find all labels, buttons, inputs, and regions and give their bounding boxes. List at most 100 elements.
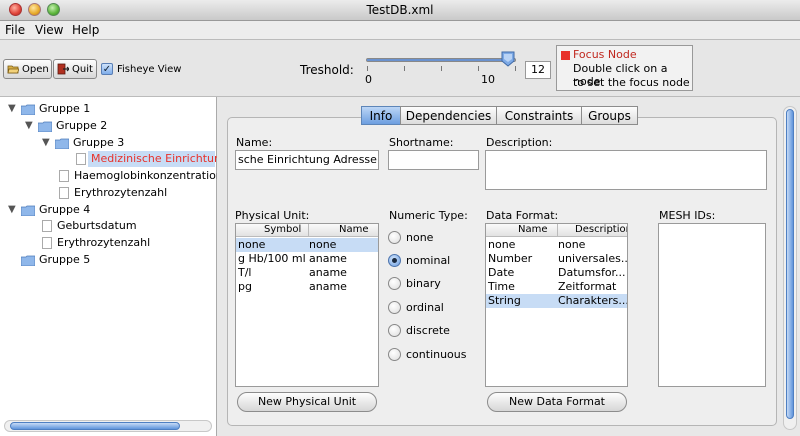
radio-label: ordinal	[406, 301, 444, 314]
new-physical-unit-button[interactable]: New Physical Unit	[237, 392, 377, 412]
tree-node[interactable]: Gruppe 1	[39, 101, 90, 117]
threshold-label: Treshold:	[300, 63, 354, 77]
radio-continuous[interactable]	[388, 348, 401, 361]
title-bar: TestDB.xml	[0, 0, 800, 21]
column-header[interactable]: Symbol	[264, 224, 301, 236]
tree-node[interactable]: Geburtsdatum	[57, 218, 137, 234]
description-field[interactable]	[485, 150, 767, 190]
quit-button-label: Quit	[72, 64, 93, 75]
data-format-table[interactable]: Name Description none none Number univer…	[485, 223, 628, 387]
mesh-ids-label: MESH IDs:	[659, 209, 716, 222]
radio-label: discrete	[406, 324, 450, 337]
slider-min-label: 0	[365, 73, 372, 86]
tree-node[interactable]: Gruppe 2	[56, 118, 107, 134]
radio-none[interactable]	[388, 231, 401, 244]
open-folder-icon	[7, 65, 19, 74]
slider-tick	[367, 66, 368, 71]
menu-bar: File View Help	[0, 21, 800, 40]
physical-unit-label: Physical Unit:	[235, 209, 310, 222]
cell-name: aname	[309, 280, 347, 293]
expand-triangle-icon[interactable]: ▼	[8, 103, 16, 114]
table-row[interactable]: none none	[486, 238, 627, 252]
name-field[interactable]: sche Einrichtung Adresse	[235, 150, 379, 170]
radio-nominal[interactable]	[388, 254, 401, 267]
folder-icon	[38, 121, 52, 132]
folder-icon	[21, 205, 35, 216]
table-row[interactable]: Time Zeitformat	[486, 280, 627, 294]
expand-triangle-icon[interactable]: ▼	[8, 204, 16, 215]
table-row[interactable]: T/l aname	[236, 266, 378, 280]
folder-icon	[55, 138, 69, 149]
cell-name: aname	[309, 266, 347, 279]
cell-description: universales...	[558, 252, 628, 265]
table-header: Symbol Name	[236, 224, 378, 237]
radio-discrete[interactable]	[388, 324, 401, 337]
tab-dependencies[interactable]: Dependencies	[400, 106, 497, 125]
name-label: Name:	[236, 136, 273, 149]
expand-triangle-icon[interactable]: ▼	[25, 120, 33, 131]
cell-description: none	[558, 238, 586, 251]
legend-title: Focus Node	[573, 48, 637, 61]
shortname-field[interactable]	[388, 150, 479, 170]
menu-help[interactable]: Help	[72, 23, 99, 37]
threshold-value-field[interactable]: 12	[525, 61, 551, 79]
cell-description: Datumsfor...	[558, 266, 626, 279]
column-header[interactable]: Name	[339, 224, 369, 236]
physical-unit-table[interactable]: Symbol Name none none g Hb/100 ml aname …	[235, 223, 379, 387]
threshold-slider-fill	[367, 59, 508, 61]
slider-mid-label: 10	[481, 73, 495, 86]
shortname-label: Shortname:	[389, 136, 454, 149]
fisheye-label: Fisheye View	[117, 64, 182, 75]
table-header: Name Description	[486, 224, 627, 237]
quit-button[interactable]: Quit	[53, 59, 97, 79]
tree-node[interactable]: Gruppe 4	[39, 202, 90, 218]
table-row[interactable]: Number universales...	[486, 252, 627, 266]
slider-tick	[441, 66, 442, 71]
tab-info[interactable]: Info	[361, 106, 401, 125]
threshold-slider-thumb[interactable]	[501, 51, 515, 67]
menu-view[interactable]: View	[35, 23, 63, 37]
cell-description: Charakters...	[558, 294, 628, 307]
tree-node-selected[interactable]: Medizinische Einrichtung	[91, 151, 228, 167]
open-button[interactable]: Open	[3, 59, 52, 79]
table-row[interactable]: none none	[236, 238, 378, 252]
cell-symbol: pg	[238, 280, 252, 293]
fisheye-checkbox[interactable]: ✓	[101, 63, 113, 75]
document-icon	[76, 153, 86, 165]
vertical-scroll-thumb[interactable]	[786, 109, 794, 419]
mesh-ids-list[interactable]	[658, 223, 766, 387]
radio-label: binary	[406, 277, 441, 290]
column-header[interactable]: Description	[575, 224, 627, 236]
cell-name: String	[488, 294, 521, 307]
slider-tick	[515, 66, 516, 71]
tab-groups[interactable]: Groups	[581, 106, 638, 125]
cell-symbol: T/l	[238, 266, 252, 279]
table-row[interactable]: Date Datumsfor...	[486, 266, 627, 280]
tab-constraints[interactable]: Constraints	[496, 106, 582, 125]
table-row[interactable]: String Charakters...	[486, 294, 627, 308]
cell-name: Date	[488, 266, 515, 279]
folder-icon	[21, 255, 35, 266]
new-data-format-button[interactable]: New Data Format	[487, 392, 627, 412]
tree-node[interactable]: Gruppe 5	[39, 252, 90, 268]
tree-scroll-thumb[interactable]	[10, 422, 180, 430]
folder-icon	[21, 104, 35, 115]
tree-node[interactable]: Erythrozytenzahl	[57, 235, 150, 251]
open-button-label: Open	[22, 64, 49, 75]
column-header[interactable]: Name	[518, 224, 548, 236]
tree-node[interactable]: Haemoglobinkonzentration	[74, 168, 223, 184]
document-icon	[42, 237, 52, 249]
tree-node[interactable]: Erythrozytenzahl	[74, 185, 167, 201]
table-row[interactable]: g Hb/100 ml aname	[236, 252, 378, 266]
cell-name: aname	[309, 252, 347, 265]
radio-ordinal[interactable]	[388, 301, 401, 314]
focus-legend: Focus Node Double click on a node to set…	[556, 45, 693, 91]
menu-file[interactable]: File	[5, 23, 25, 37]
expand-triangle-icon[interactable]: ▼	[42, 137, 50, 148]
tree-node[interactable]: Gruppe 3	[73, 135, 124, 151]
radio-binary[interactable]	[388, 277, 401, 290]
table-row[interactable]: pg aname	[236, 280, 378, 294]
slider-tick	[404, 66, 405, 71]
data-format-label: Data Format:	[486, 209, 559, 222]
document-icon	[42, 220, 52, 232]
